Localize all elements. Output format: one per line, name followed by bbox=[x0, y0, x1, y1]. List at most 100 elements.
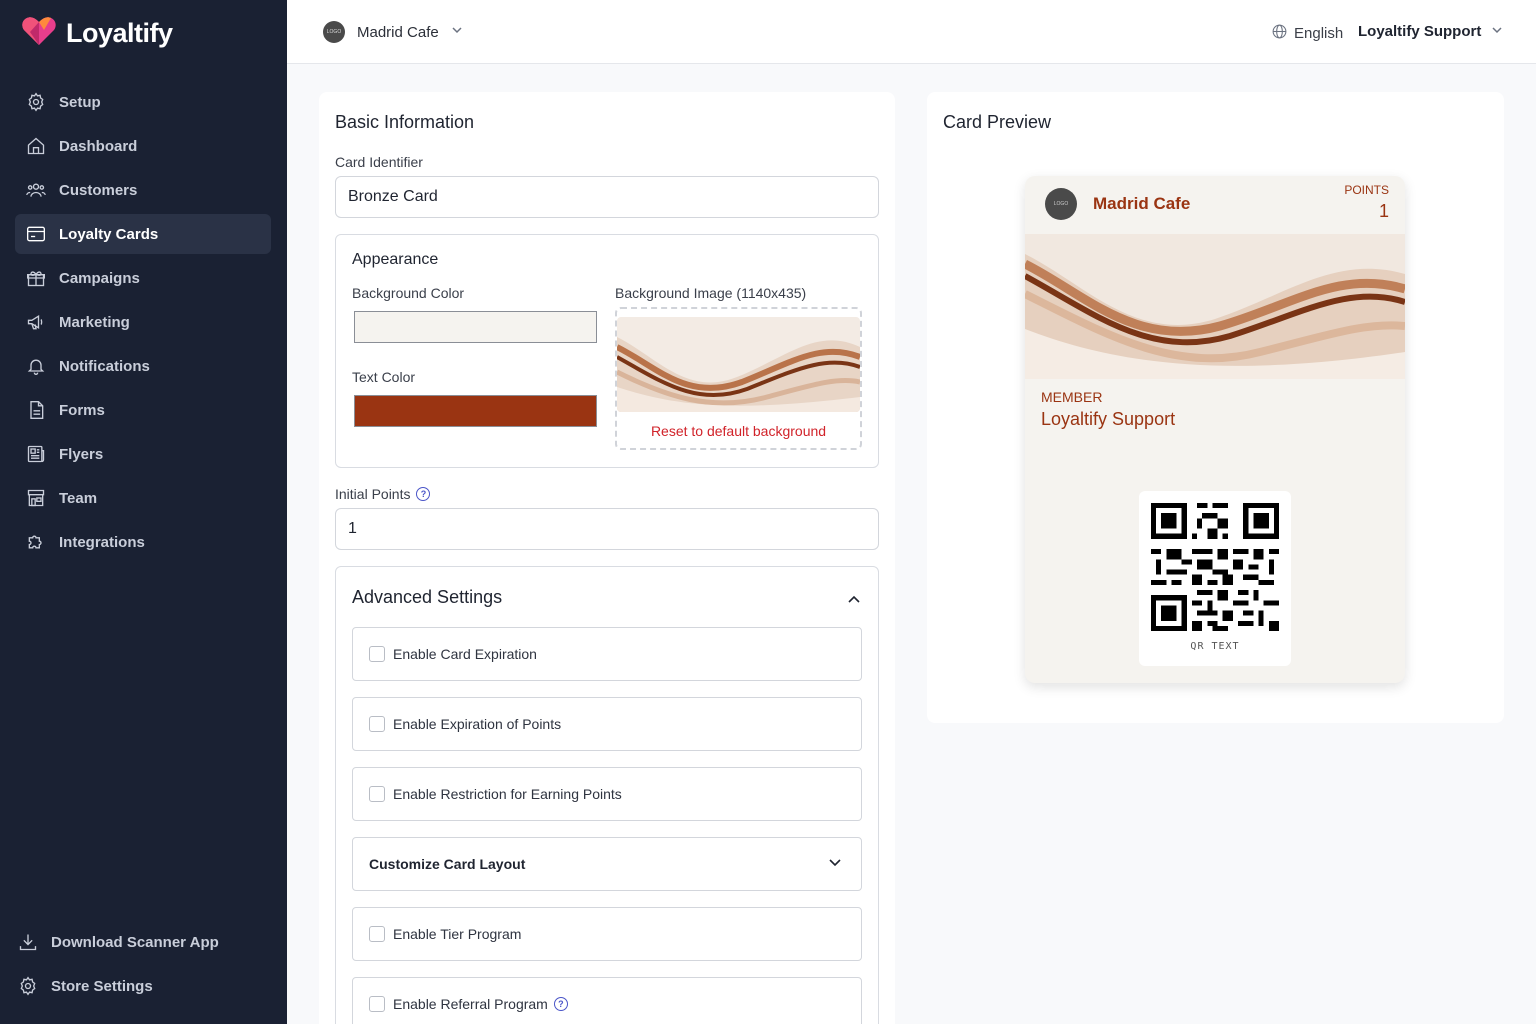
text-color-label: Text Color bbox=[352, 369, 416, 385]
sidebar-nav: Setup Dashboard Customers Loyalty Cards … bbox=[15, 82, 271, 566]
enable-tier-program-label: Enable Tier Program bbox=[393, 926, 522, 942]
card-member-label: MEMBER bbox=[1041, 389, 1103, 405]
gift-icon bbox=[25, 267, 47, 289]
card-store-name: Madrid Cafe bbox=[1093, 194, 1191, 213]
sidebar-item-label: Store Settings bbox=[51, 977, 153, 995]
sidebar-item-store-settings[interactable]: Store Settings bbox=[15, 966, 271, 1006]
loyalty-card-preview: LOGO Madrid Cafe POINTS 1 MEMBER Loyalti… bbox=[1025, 176, 1405, 683]
card-background-image bbox=[1025, 234, 1405, 379]
sidebar-item-setup[interactable]: Setup bbox=[15, 82, 271, 122]
card-points-value: 1 bbox=[1378, 201, 1389, 221]
qr-code-text: QR TEXT bbox=[1190, 641, 1240, 652]
chevron-up-icon[interactable] bbox=[846, 591, 862, 612]
sidebar-item-flyers[interactable]: Flyers bbox=[15, 434, 271, 474]
loyaltify-logo-icon bbox=[22, 16, 56, 51]
sidebar-item-label: Dashboard bbox=[59, 137, 138, 155]
sidebar-item-label: Forms bbox=[59, 401, 105, 419]
enable-referral-program-row[interactable]: Enable Referral Program ? bbox=[352, 977, 862, 1024]
chevron-down-icon bbox=[451, 23, 463, 41]
sidebar-item-label: Notifications bbox=[59, 357, 150, 375]
puzzle-icon bbox=[25, 531, 47, 553]
sidebar-item-forms[interactable]: Forms bbox=[15, 390, 271, 430]
enable-tier-program-row[interactable]: Enable Tier Program bbox=[352, 907, 862, 961]
sidebar-item-label: Setup bbox=[59, 93, 101, 111]
checkbox[interactable] bbox=[369, 926, 385, 942]
basic-information-panel: Basic Information Card Identifier Bronze… bbox=[319, 92, 895, 1024]
download-icon bbox=[17, 931, 39, 953]
help-icon[interactable]: ? bbox=[553, 997, 568, 1011]
card-member-name: Loyaltify Support bbox=[1041, 409, 1176, 429]
sidebar-item-download-scanner[interactable]: Download Scanner App bbox=[15, 922, 271, 962]
customize-card-layout-row[interactable]: Customize Card Layout bbox=[352, 837, 862, 891]
language-selector[interactable]: English bbox=[1271, 23, 1343, 44]
user-name: Loyaltify Support bbox=[1358, 23, 1482, 40]
sidebar-item-label: Marketing bbox=[59, 313, 130, 331]
gear-icon bbox=[17, 975, 39, 997]
section-title: Basic Information bbox=[335, 112, 475, 132]
document-icon bbox=[25, 399, 47, 421]
gear-icon bbox=[25, 91, 47, 113]
store-icon bbox=[25, 487, 47, 509]
sidebar-item-label: Flyers bbox=[59, 445, 104, 463]
megaphone-icon bbox=[25, 311, 47, 333]
sidebar-item-label: Download Scanner App bbox=[51, 933, 219, 951]
store-selector[interactable]: LOGO Madrid Cafe bbox=[323, 21, 463, 43]
top-bar: LOGO Madrid Cafe English Loyaltify Suppo… bbox=[287, 0, 1536, 64]
card-identifier-input[interactable]: Bronze Card bbox=[335, 176, 879, 218]
sidebar-item-label: Integrations bbox=[59, 533, 145, 551]
background-color-label: Background Color bbox=[352, 285, 465, 301]
user-menu[interactable]: Loyaltify Support bbox=[1358, 23, 1503, 40]
background-image-dropzone[interactable]: Reset to default background bbox=[615, 307, 862, 450]
advanced-settings-title: Advanced Settings bbox=[352, 587, 503, 607]
enable-referral-program-label: Enable Referral Program bbox=[393, 996, 548, 1012]
background-color-picker[interactable] bbox=[354, 311, 597, 343]
checkbox[interactable] bbox=[369, 996, 385, 1012]
bell-icon bbox=[25, 355, 47, 377]
sidebar-item-notifications[interactable]: Notifications bbox=[15, 346, 271, 386]
initial-points-label-row: Initial Points ? bbox=[335, 486, 431, 502]
qr-code-icon bbox=[1151, 503, 1279, 636]
sidebar: Loyaltify Setup Dashboard Customers Loya… bbox=[0, 0, 287, 1024]
card-logo: LOGO bbox=[1045, 188, 1077, 220]
enable-points-expiration-row[interactable]: Enable Expiration of Points bbox=[352, 697, 862, 751]
advanced-settings-box: Advanced Settings Enable Card Expiration… bbox=[335, 566, 879, 1024]
card-identifier-label: Card Identifier bbox=[335, 154, 423, 170]
qr-code-box: QR TEXT bbox=[1139, 491, 1291, 666]
initial-points-label: Initial Points bbox=[335, 486, 411, 502]
background-image-label: Background Image (1140x435) bbox=[615, 285, 807, 301]
sidebar-item-team[interactable]: Team bbox=[15, 478, 271, 518]
enable-earning-restriction-label: Enable Restriction for Earning Points bbox=[393, 786, 622, 802]
reset-background-link[interactable]: Reset to default background bbox=[617, 423, 860, 439]
sidebar-item-marketing[interactable]: Marketing bbox=[15, 302, 271, 342]
checkbox[interactable] bbox=[369, 716, 385, 732]
initial-points-input[interactable]: 1 bbox=[335, 508, 879, 550]
sidebar-item-label: Campaigns bbox=[59, 269, 140, 287]
checkbox[interactable] bbox=[369, 646, 385, 662]
appearance-title: Appearance bbox=[352, 251, 439, 268]
brand-name: Loyaltify bbox=[66, 18, 173, 48]
store-name: Madrid Cafe bbox=[357, 23, 439, 41]
globe-icon bbox=[1271, 23, 1288, 44]
sidebar-item-customers[interactable]: Customers bbox=[15, 170, 271, 210]
background-image-thumbnail bbox=[617, 317, 860, 412]
help-icon[interactable]: ? bbox=[416, 487, 431, 501]
brand[interactable]: Loyaltify bbox=[22, 16, 173, 51]
text-color-picker[interactable] bbox=[354, 395, 597, 427]
enable-points-expiration-label: Enable Expiration of Points bbox=[393, 716, 562, 732]
enable-card-expiration-label: Enable Card Expiration bbox=[393, 646, 537, 662]
store-logo: LOGO bbox=[323, 21, 345, 43]
card-preview-panel: Card Preview LOGO Madrid Cafe POINTS 1 M… bbox=[927, 92, 1504, 723]
appearance-box: Appearance Background Color Text Color B… bbox=[335, 234, 879, 468]
sidebar-bottom: Download Scanner App Store Settings bbox=[15, 922, 271, 1010]
users-icon bbox=[25, 179, 47, 201]
sidebar-item-loyalty-cards[interactable]: Loyalty Cards bbox=[15, 214, 271, 254]
card-icon bbox=[25, 223, 47, 245]
sidebar-item-dashboard[interactable]: Dashboard bbox=[15, 126, 271, 166]
sidebar-item-campaigns[interactable]: Campaigns bbox=[15, 258, 271, 298]
enable-card-expiration-row[interactable]: Enable Card Expiration bbox=[352, 627, 862, 681]
newspaper-icon bbox=[25, 443, 47, 465]
sidebar-item-integrations[interactable]: Integrations bbox=[15, 522, 271, 562]
card-points-label: POINTS bbox=[1344, 183, 1389, 197]
enable-earning-restriction-row[interactable]: Enable Restriction for Earning Points bbox=[352, 767, 862, 821]
checkbox[interactable] bbox=[369, 786, 385, 802]
